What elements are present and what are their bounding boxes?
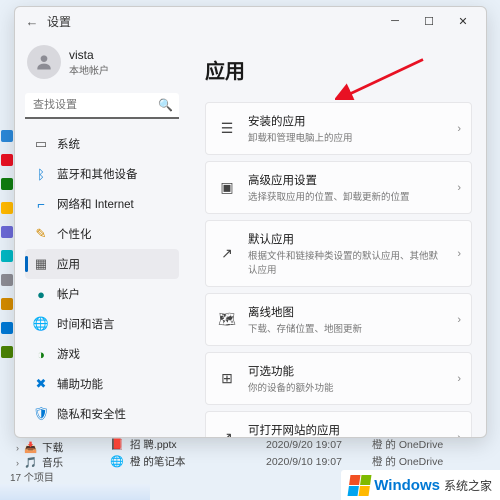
apps-icon: ▦ <box>33 256 49 272</box>
card-installed[interactable]: ☰ 安装的应用 卸载和管理电脑上的应用 › <box>205 102 472 155</box>
optional-icon: ⊞ <box>218 370 236 388</box>
sidebar: vista 本地帐户 🔍 ▭ 系统ᛒ 蓝牙和其他设备⌐ 网络和 Internet… <box>15 35 187 437</box>
card-maps[interactable]: 🗺 离线地图 下载、存储位置、地图更新 › <box>205 293 472 346</box>
sidebar-item-gaming[interactable]: ◑ 游戏 <box>25 339 179 369</box>
card-optional[interactable]: ⊞ 可选功能 你的设备的额外功能 › <box>205 352 472 405</box>
chevron-right-icon: › <box>457 373 461 385</box>
sidebar-item-label: 个性化 <box>57 226 92 242</box>
page-title: 应用 <box>205 55 472 84</box>
maps-icon: 🗺 <box>218 311 236 329</box>
sidebar-item-label: 网络和 Internet <box>57 196 134 212</box>
windows-logo-icon <box>348 475 372 496</box>
close-button[interactable]: ✕ <box>446 7 480 35</box>
settings-window: ← 设置 ─ ☐ ✕ vista 本地帐户 🔍 ▭ 系统ᛒ 蓝牙和其他设备⌐ <box>14 6 487 438</box>
sidebar-item-label: 隐私和安全性 <box>57 406 126 422</box>
file-icon: 🌐 <box>110 455 124 468</box>
quick-item[interactable]: › 🎵 音乐 <box>16 455 63 470</box>
file-row[interactable]: 📕 招 聘.pptx 2020/9/20 19:07 橙 的 OneDrive <box>110 436 500 453</box>
card-advanced[interactable]: ▣ 高级应用设置 选择获取应用的位置、卸载更新的位置 › <box>205 161 472 214</box>
card-sub: 卸载和管理电脑上的应用 <box>248 130 445 144</box>
explorer-rows: 📕 招 聘.pptx 2020/9/20 19:07 橙 的 OneDrive🌐… <box>110 436 500 470</box>
sidebar-item-personalization[interactable]: ✎ 个性化 <box>25 219 179 249</box>
file-icon: 📕 <box>110 438 124 451</box>
installed-icon: ☰ <box>218 120 236 138</box>
sidebar-item-label: 应用 <box>57 256 80 272</box>
card-sub: 选择获取应用的位置、卸载更新的位置 <box>248 189 445 203</box>
card-title: 高级应用设置 <box>248 172 445 188</box>
avatar <box>27 45 61 79</box>
sidebar-item-label: 游戏 <box>57 346 80 362</box>
card-title: 可选功能 <box>248 363 445 379</box>
accounts-icon: ● <box>33 286 49 302</box>
search-box[interactable]: 🔍 <box>25 93 179 119</box>
chevron-right-icon: › <box>457 248 461 260</box>
personalization-icon: ✎ <box>33 226 49 242</box>
gaming-icon: ◑ <box>33 346 49 362</box>
watermark: Windows 系统之家 <box>341 470 500 500</box>
card-sub: 根据文件和链接种类设置的默认应用、其他默认应用 <box>248 248 445 276</box>
desktop-icon-strip <box>0 130 14 358</box>
chevron-right-icon: › <box>16 443 19 453</box>
sidebar-item-bluetooth[interactable]: ᛒ 蓝牙和其他设备 <box>25 159 179 189</box>
sidebar-item-system[interactable]: ▭ 系统 <box>25 129 179 159</box>
user-name: vista <box>69 48 109 62</box>
sidebar-item-label: 辅助功能 <box>57 376 103 392</box>
bluetooth-icon: ᛒ <box>33 166 49 182</box>
sidebar-item-label: 时间和语言 <box>57 316 115 332</box>
maximize-button[interactable]: ☐ <box>412 7 446 35</box>
system-icon: ▭ <box>33 136 49 152</box>
quick-item[interactable]: › 📥 下载 <box>16 440 63 455</box>
sidebar-item-accessibility[interactable]: ✖ 辅助功能 <box>25 369 179 399</box>
chevron-right-icon: › <box>457 182 461 194</box>
taskbar <box>0 484 150 500</box>
card-sub: 你的设备的额外功能 <box>248 380 445 394</box>
sidebar-item-apps[interactable]: ▦ 应用 <box>25 249 179 279</box>
sidebar-item-label: 系统 <box>57 136 80 152</box>
accessibility-icon: ✖ <box>33 376 49 392</box>
sidebar-item-time[interactable]: 🌐 时间和语言 <box>25 309 179 339</box>
explorer-status: 17 个项目 <box>10 469 54 484</box>
card-title: 可打开网站的应用 <box>248 422 445 437</box>
card-websites[interactable]: ↗ 可打开网站的应用 可在应用而不是浏览器中打开的网站 › <box>205 411 472 437</box>
chevron-right-icon: › <box>457 123 461 135</box>
advanced-icon: ▣ <box>218 179 236 197</box>
file-row[interactable]: 🌐 橙 的笔记本 2020/9/10 19:07 橙 的 OneDrive <box>110 453 500 470</box>
network-icon: ⌐ <box>33 196 49 212</box>
search-input[interactable] <box>25 93 179 119</box>
privacy-icon: 🛡 <box>33 406 49 422</box>
card-sub: 下载、存储位置、地图更新 <box>248 321 445 335</box>
window-title: 设置 <box>47 13 71 30</box>
explorer-quick-access: › 📥 下载› 🎵 音乐 <box>16 440 63 470</box>
defaults-icon: ↗ <box>218 245 236 263</box>
folder-icon: 📥 <box>24 441 37 454</box>
back-button[interactable]: ← <box>21 14 43 29</box>
chevron-right-icon: › <box>457 314 461 326</box>
user-sub: 本地帐户 <box>69 62 109 77</box>
sidebar-item-label: 蓝牙和其他设备 <box>57 166 138 182</box>
sidebar-item-network[interactable]: ⌐ 网络和 Internet <box>25 189 179 219</box>
chevron-right-icon: › <box>16 458 19 468</box>
folder-icon: 🎵 <box>24 456 37 469</box>
main-panel: 应用 ☰ 安装的应用 卸载和管理电脑上的应用 ›▣ 高级应用设置 选择获取应用的… <box>187 35 486 437</box>
user-block[interactable]: vista 本地帐户 <box>25 41 179 89</box>
sidebar-item-accounts[interactable]: ● 帐户 <box>25 279 179 309</box>
time-icon: 🌐 <box>33 316 49 332</box>
card-title: 离线地图 <box>248 304 445 320</box>
sidebar-item-privacy[interactable]: 🛡 隐私和安全性 <box>25 399 179 429</box>
minimize-button[interactable]: ─ <box>378 7 412 35</box>
card-title: 默认应用 <box>248 231 445 247</box>
titlebar: ← 设置 ─ ☐ ✕ <box>15 7 486 35</box>
search-icon: 🔍 <box>158 98 173 112</box>
card-title: 安装的应用 <box>248 113 445 129</box>
update-icon: ⟳ <box>33 436 49 437</box>
card-defaults[interactable]: ↗ 默认应用 根据文件和链接种类设置的默认应用、其他默认应用 › <box>205 220 472 287</box>
sidebar-item-label: 帐户 <box>57 286 80 302</box>
